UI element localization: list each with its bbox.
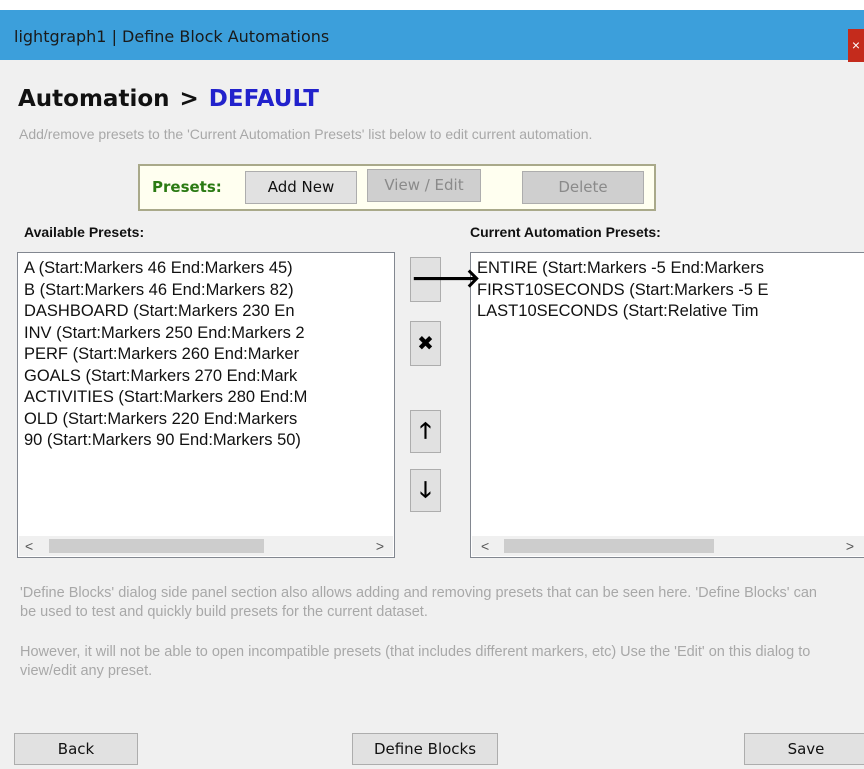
current-list-scrollbar[interactable]: < > [472,536,864,556]
presets-label: Presets: [152,178,222,196]
list-item[interactable]: LAST10SECONDS (Start:Relative Tim [477,301,769,323]
remove-from-automation-button[interactable]: ✖ [410,321,441,366]
close-button[interactable]: × [848,29,864,62]
info-note-incompatible: However, it will not be able to open inc… [20,644,811,679]
instruction-text: Add/remove presets to the 'Current Autom… [19,126,593,142]
define-blocks-button[interactable]: Define Blocks [352,733,498,765]
automation-name: DEFAULT [208,86,319,112]
top-strip [0,0,864,10]
save-button[interactable]: Save [744,733,864,765]
list-item[interactable]: FIRST10SECONDS (Start:Markers -5 E [477,280,769,302]
view-edit-button[interactable]: View / Edit [367,169,481,202]
move-down-button[interactable]: 🡓 [410,469,441,512]
window-title: lightgraph1 | Define Block Automations [14,27,330,46]
back-button[interactable]: Back [14,733,138,765]
scroll-right-icon[interactable]: > [376,538,384,554]
title-bar: lightgraph1 | Define Block Automations × [0,10,864,62]
delete-button[interactable]: Delete [522,171,644,204]
available-presets-label: Available Presets: [24,224,145,240]
list-item[interactable]: ENTIRE (Start:Markers -5 End:Markers [477,258,769,280]
current-presets-list[interactable]: ENTIRE (Start:Markers -5 End:Markers FIRS… [470,252,864,558]
available-list-scrollbar[interactable]: < > [19,536,393,556]
move-up-button[interactable]: 🡑 [410,410,441,453]
remove-x-icon: ✖ [417,331,434,355]
arrow-down-icon: 🡓 [419,478,432,503]
list-item[interactable]: OLD (Start:Markers 220 End:Markers [24,409,307,431]
list-item[interactable]: GOALS (Start:Markers 270 End:Mark [24,366,307,388]
list-item[interactable]: DASHBOARD (Start:Markers 230 En [24,301,307,323]
list-item[interactable]: A (Start:Markers 46 End:Markers 45) [24,258,307,280]
scroll-right-icon[interactable]: > [846,538,854,554]
scroll-left-icon[interactable]: < [481,538,489,554]
arrow-right-icon: 🡒 [411,264,481,294]
arrow-up-icon: 🡑 [419,419,432,444]
list-item[interactable]: ACTIVITIES (Start:Markers 280 End:M [24,387,307,409]
presets-toolbar: Presets: Add New View / Edit Delete [138,164,656,211]
page-title: Automation > DEFAULT [18,86,319,112]
add-new-button[interactable]: Add New [245,171,357,204]
heading-prefix: Automation [18,86,170,112]
add-to-automation-button[interactable]: 🡒 [410,257,481,302]
current-presets-label: Current Automation Presets: [470,224,661,240]
scroll-left-icon[interactable]: < [25,538,33,554]
heading-separator: > [179,86,199,112]
list-item[interactable]: PERF (Start:Markers 260 End:Marker [24,344,307,366]
available-presets-list[interactable]: A (Start:Markers 46 End:Markers 45) B (St… [17,252,395,558]
scrollbar-thumb[interactable] [49,539,264,553]
list-item[interactable]: 90 (Start:Markers 90 End:Markers 50) [24,430,307,452]
list-item[interactable]: INV (Start:Markers 250 End:Markers 2 [24,323,307,345]
info-note-define-blocks: 'Define Blocks' dialog side panel sectio… [20,585,817,620]
scrollbar-thumb[interactable] [504,539,714,553]
list-item[interactable]: B (Start:Markers 46 End:Markers 82) [24,280,307,302]
